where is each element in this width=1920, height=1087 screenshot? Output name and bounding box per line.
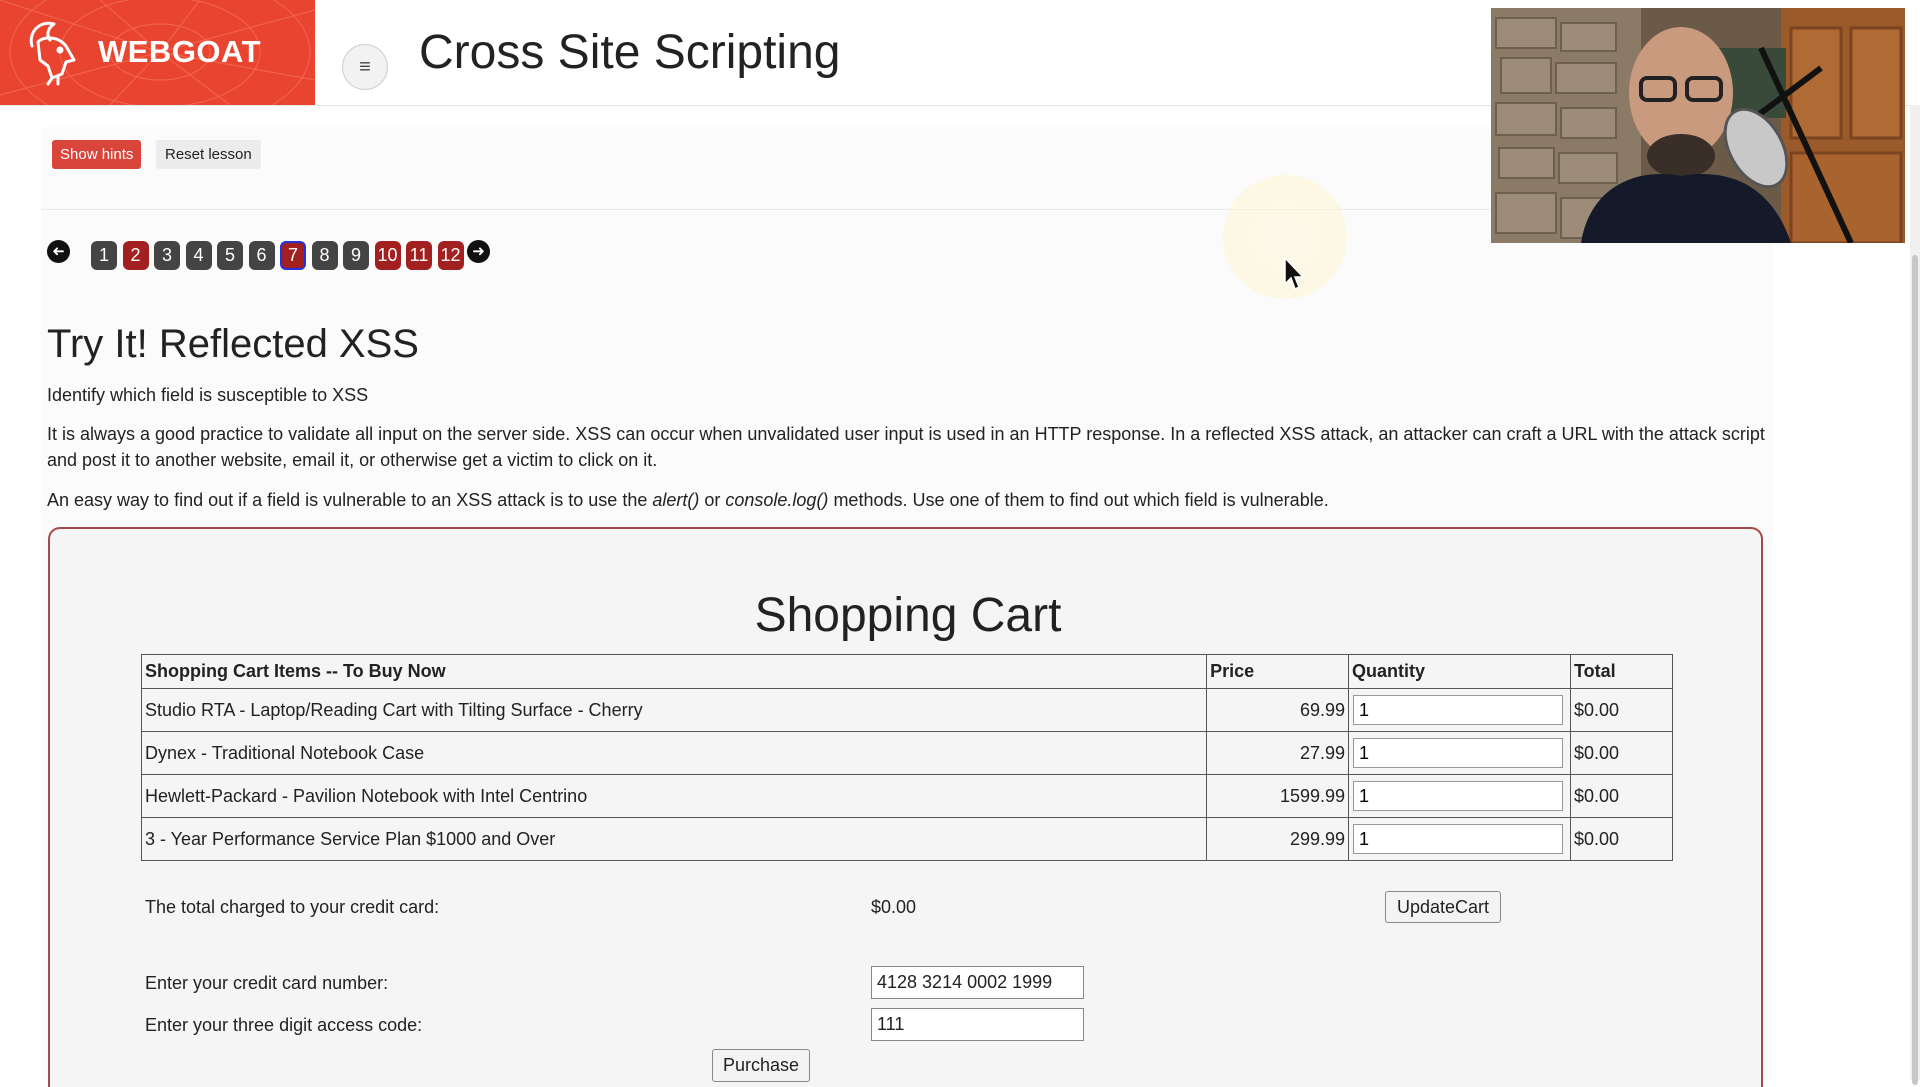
credit-card-label: Enter your credit card number: <box>145 973 389 993</box>
quantity-input[interactable] <box>1353 781 1564 811</box>
quantity-input[interactable] <box>1353 824 1564 854</box>
console-log-code: console.log() <box>725 490 829 510</box>
table-row: Hewlett-Packard - Pavilion Notebook with… <box>140 774 1673 818</box>
page-8-button[interactable]: 8 <box>311 241 338 270</box>
arrow-right-icon[interactable]: ➜ <box>467 240 490 263</box>
item-total: $0.00 <box>1570 817 1673 861</box>
column-header-items: Shopping Cart Items -- To Buy Now <box>140 654 1208 689</box>
page-10-button[interactable]: 10 <box>374 241 401 270</box>
item-price: 299.99 <box>1206 817 1350 861</box>
item-total: $0.00 <box>1570 774 1673 818</box>
access-code-label: Enter your three digit access code: <box>145 1015 423 1035</box>
webcam-overlay <box>1491 8 1905 243</box>
lesson-instruction: An easy way to find out if a field is vu… <box>47 490 1329 510</box>
cart-title: Shopping Cart <box>754 589 1062 642</box>
page-4-button[interactable]: 4 <box>185 241 212 270</box>
page-7-button[interactable]: 7 <box>280 241 306 270</box>
item-name: Studio RTA - Laptop/Reading Cart with Ti… <box>140 688 1208 732</box>
column-header-price: Price <box>1206 654 1350 689</box>
item-price: 27.99 <box>1206 731 1350 775</box>
quantity-input[interactable] <box>1353 695 1564 725</box>
arrow-left-icon[interactable]: ➜ <box>47 240 70 263</box>
update-cart-button[interactable]: UpdateCart <box>1385 891 1501 923</box>
item-total: $0.00 <box>1570 688 1673 732</box>
mouse-pointer-icon <box>1284 257 1305 291</box>
page-scrollbar[interactable] <box>1910 105 1920 1085</box>
page-3-button[interactable]: 3 <box>154 241 180 270</box>
lesson-description: It is always a good practice to validate… <box>47 424 1765 470</box>
scrollbar-thumb[interactable] <box>1912 255 1918 1085</box>
page-6-button[interactable]: 6 <box>248 241 275 270</box>
table-row: 3 - Year Performance Service Plan $1000 … <box>140 817 1673 861</box>
webgoat-logo[interactable]: WEBGOAT <box>0 0 315 105</box>
item-total: $0.00 <box>1570 731 1673 775</box>
page-12-button[interactable]: 12 <box>437 241 464 270</box>
page-9-button[interactable]: 9 <box>343 241 369 270</box>
access-code-input[interactable]: 111 <box>871 1008 1084 1041</box>
item-price: 1599.99 <box>1206 774 1350 818</box>
lesson-intro: Identify which field is susceptible to X… <box>47 385 369 405</box>
presenter-video-image <box>1491 8 1905 243</box>
item-price: 69.99 <box>1206 688 1350 732</box>
total-charged-value: $0.00 <box>871 897 917 917</box>
column-header-total: Total <box>1570 654 1673 689</box>
item-name: 3 - Year Performance Service Plan $1000 … <box>140 817 1208 861</box>
alert-code: alert() <box>652 490 700 510</box>
quantity-input[interactable] <box>1353 738 1564 768</box>
hamburger-icon: ≡ <box>359 55 371 78</box>
page-1-button[interactable]: 1 <box>91 241 117 270</box>
lesson-heading: Try It! Reflected XSS <box>47 322 419 366</box>
page-5-button[interactable]: 5 <box>217 241 243 270</box>
page-title: Cross Site Scripting <box>419 26 841 79</box>
reset-lesson-button[interactable]: Reset lesson <box>156 140 261 169</box>
table-header-row: Shopping Cart Items -- To Buy Now Price … <box>140 654 1673 689</box>
purchase-button[interactable]: Purchase <box>712 1049 810 1082</box>
table-row: Dynex - Traditional Notebook Case 27.99 … <box>140 731 1673 775</box>
brand-name: WEBGOAT <box>98 34 262 69</box>
show-hints-button[interactable]: Show hints <box>52 140 142 169</box>
page-11-button[interactable]: 11 <box>406 241 432 270</box>
column-header-quantity: Quantity <box>1348 654 1572 689</box>
table-row: Studio RTA - Laptop/Reading Cart with Ti… <box>140 688 1673 732</box>
goat-icon <box>29 21 76 86</box>
page-2-button[interactable]: 2 <box>122 241 149 270</box>
credit-card-input[interactable]: 4128 3214 0002 1999 <box>871 966 1084 999</box>
cart-table: Shopping Cart Items -- To Buy Now Price … <box>140 654 1673 861</box>
menu-toggle-button[interactable]: ≡ <box>342 44 388 90</box>
total-charged-label: The total charged to your credit card: <box>145 897 440 917</box>
item-name: Hewlett-Packard - Pavilion Notebook with… <box>140 774 1208 818</box>
item-name: Dynex - Traditional Notebook Case <box>140 731 1208 775</box>
